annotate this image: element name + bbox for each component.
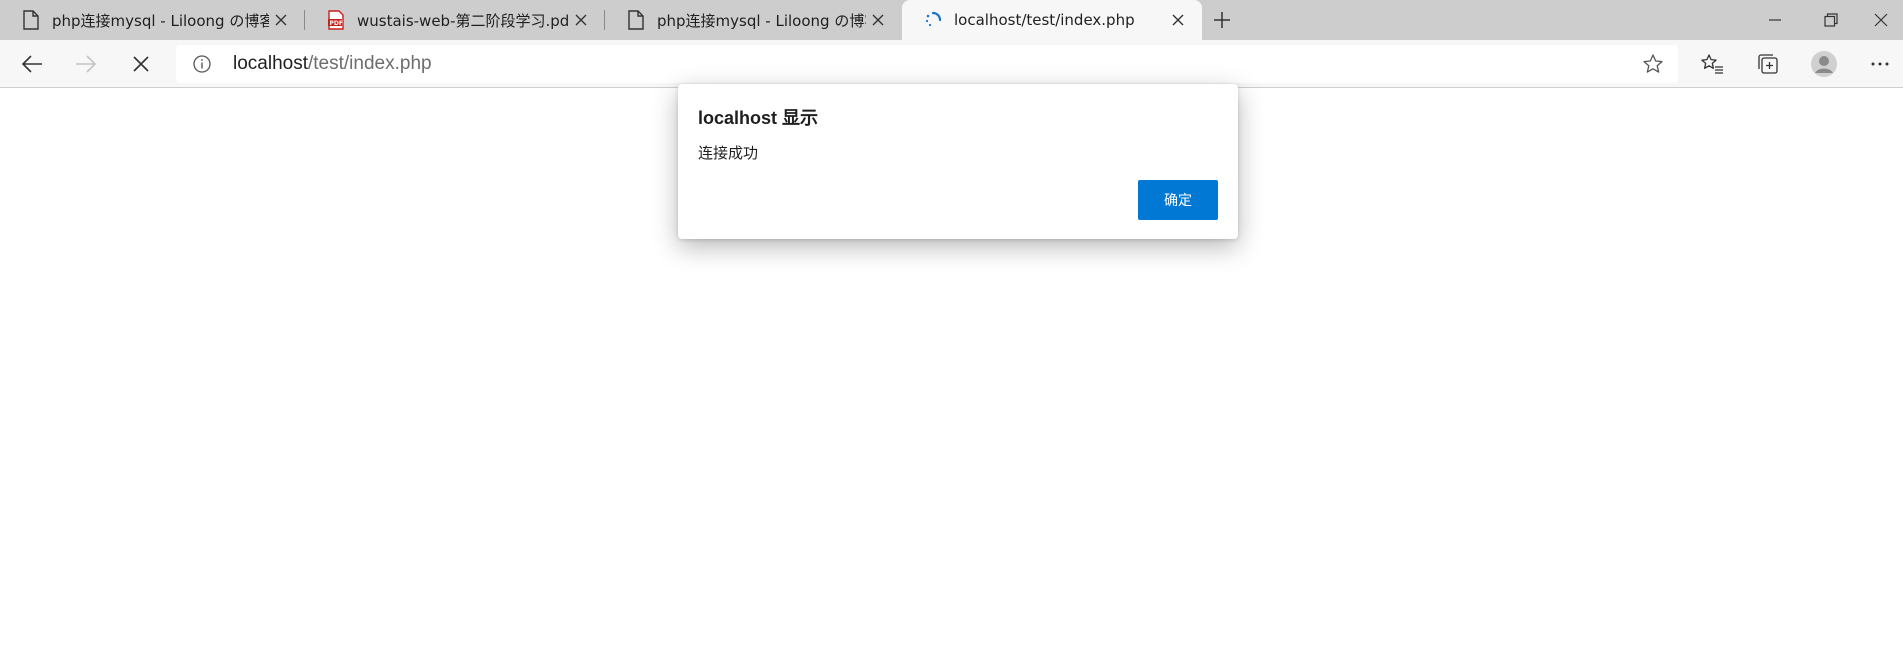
- restore-button[interactable]: [1803, 0, 1859, 40]
- back-arrow-icon: [21, 55, 42, 73]
- tab-php-mysql-1[interactable]: php连接mysql - Liloong の博客: [0, 0, 305, 40]
- stop-icon: [133, 56, 149, 72]
- stop-loading-button[interactable]: [121, 44, 161, 84]
- back-button[interactable]: [12, 44, 52, 84]
- pdf-icon: PDF: [327, 10, 345, 30]
- close-window-button[interactable]: [1859, 0, 1903, 40]
- collections-icon: [1758, 54, 1778, 74]
- close-icon: [1874, 13, 1888, 27]
- close-tab-icon[interactable]: [569, 8, 593, 32]
- avatar-icon: [1811, 51, 1837, 77]
- tab-title: php连接mysql - Liloong の博客: [657, 11, 866, 30]
- forward-arrow-icon: [76, 55, 97, 73]
- ellipsis-icon: [1871, 62, 1889, 66]
- loading-spinner-icon: [924, 10, 942, 30]
- close-tab-icon[interactable]: [269, 8, 293, 32]
- tab-strip: php连接mysql - Liloong の博客 PDF wustais-web…: [0, 0, 1903, 40]
- tab-pdf[interactable]: PDF wustais-web-第二阶段学习.pdf: [305, 0, 605, 40]
- collections-button[interactable]: [1748, 44, 1788, 84]
- ok-button[interactable]: 确定: [1138, 180, 1218, 220]
- url-text[interactable]: localhost/test/index.php: [233, 53, 432, 75]
- tab-localhost-active[interactable]: localhost/test/index.php: [902, 0, 1202, 40]
- dialog-message: 连接成功: [698, 144, 759, 162]
- restore-icon: [1824, 13, 1838, 27]
- tab-title: localhost/test/index.php: [954, 11, 1135, 29]
- url-path: /test/index.php: [308, 53, 432, 74]
- forward-button[interactable]: [66, 44, 106, 84]
- close-tab-icon[interactable]: [1166, 8, 1190, 32]
- tab-title: php连接mysql - Liloong の博客: [52, 11, 269, 30]
- minimize-button[interactable]: [1747, 0, 1803, 40]
- alert-dialog: localhost 显示 连接成功 确定: [678, 84, 1238, 239]
- browser-window: php连接mysql - Liloong の博客 PDF wustais-web…: [0, 0, 1903, 666]
- info-icon[interactable]: [192, 54, 212, 74]
- dialog-title: localhost 显示: [698, 108, 819, 128]
- new-tab-button[interactable]: [1202, 0, 1242, 40]
- tab-php-mysql-2[interactable]: php连接mysql - Liloong の博客: [605, 0, 902, 40]
- plus-icon: [1214, 12, 1230, 28]
- url-host: localhost: [233, 53, 308, 74]
- favorite-star-icon[interactable]: [1642, 53, 1664, 75]
- page-icon: [22, 10, 40, 30]
- close-tab-icon[interactable]: [866, 8, 890, 32]
- svg-text:PDF: PDF: [330, 20, 343, 27]
- minimize-icon: [1769, 19, 1781, 21]
- favorites-button[interactable]: [1692, 44, 1732, 84]
- profile-button[interactable]: [1804, 44, 1844, 84]
- tab-title: wustais-web-第二阶段学习.pdf: [357, 11, 569, 30]
- favorites-list-icon: [1701, 54, 1723, 74]
- navigation-toolbar: localhost/test/index.php: [0, 40, 1903, 88]
- address-bar[interactable]: localhost/test/index.php: [176, 45, 1678, 83]
- page-icon: [627, 10, 645, 30]
- more-menu-button[interactable]: [1860, 44, 1900, 84]
